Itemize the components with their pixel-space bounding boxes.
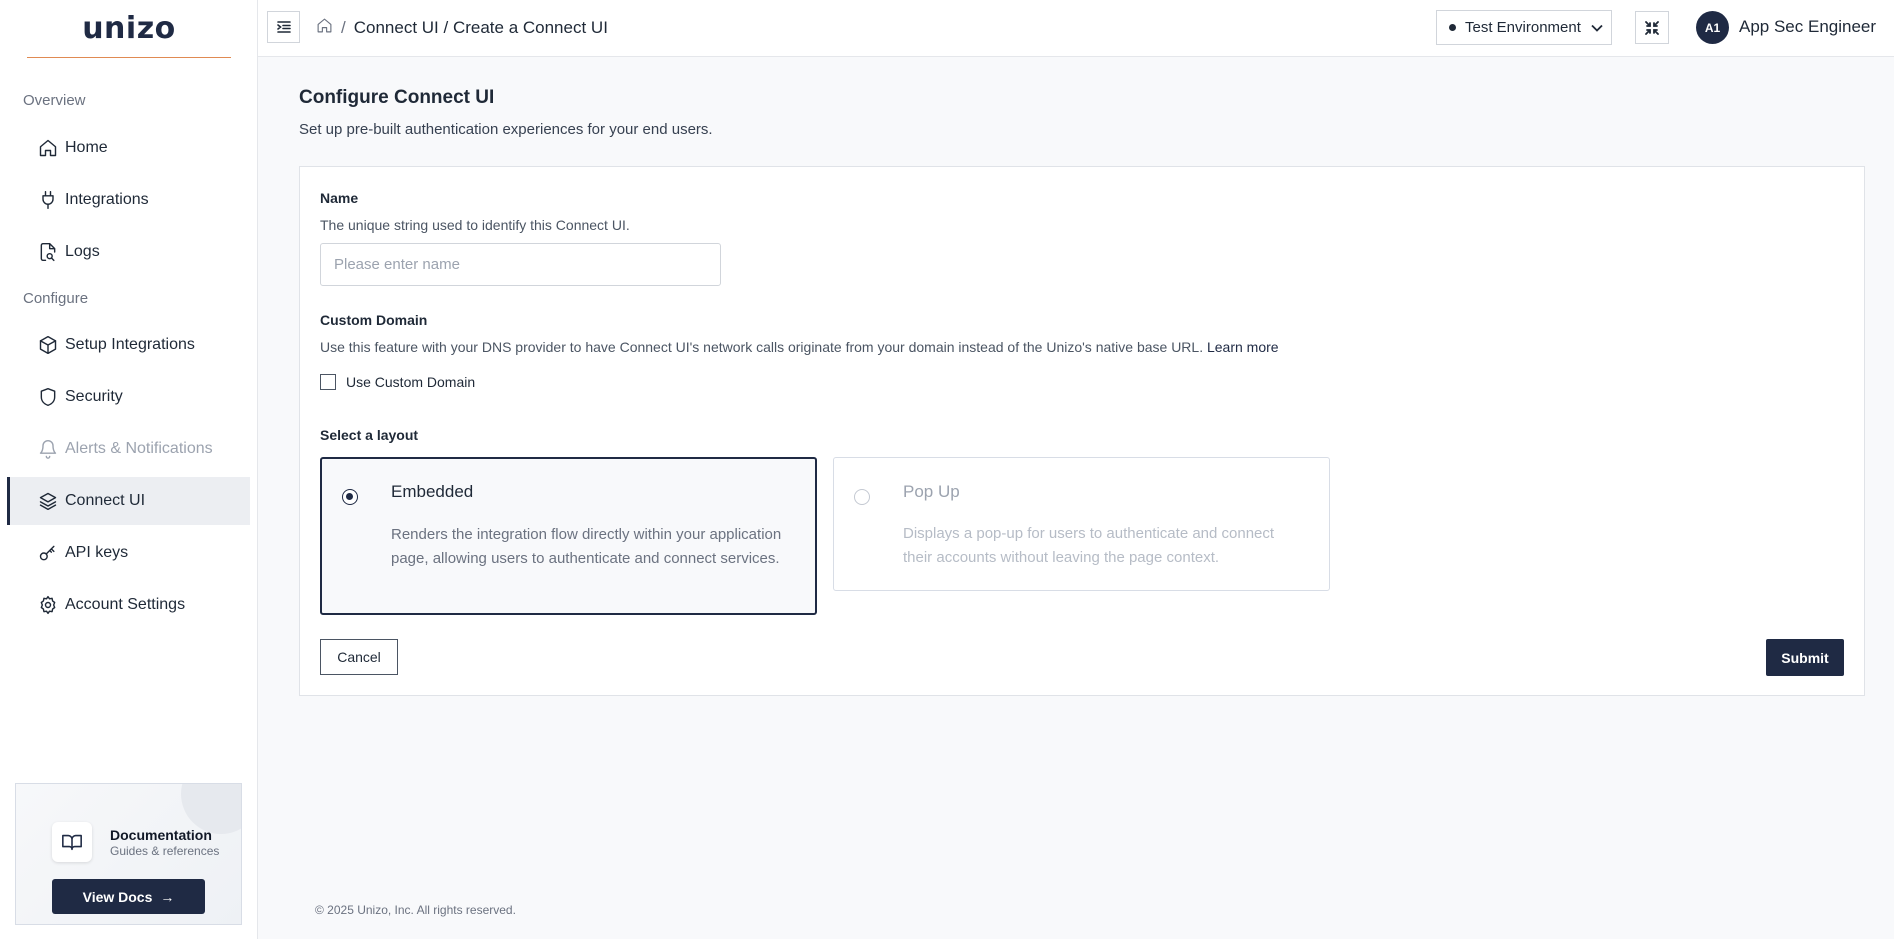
page-title: Configure Connect UI (299, 87, 495, 108)
logo-container: unizo (27, 0, 231, 58)
top-header: / Connect UI / Create a Connect UI Test … (258, 0, 1894, 57)
user-name[interactable]: App Sec Engineer (1739, 17, 1876, 37)
sidebar-item-integrations[interactable]: Integrations (7, 176, 250, 224)
layout-option-embedded[interactable]: Embedded Renders the integration flow di… (320, 457, 817, 615)
docs-title: Documentation (110, 827, 212, 843)
environment-select[interactable]: Test Environment (1436, 10, 1612, 45)
use-custom-domain-label: Use Custom Domain (346, 374, 476, 390)
name-input[interactable] (320, 243, 721, 286)
breadcrumb: / Connect UI / Create a Connect UI (316, 17, 608, 39)
logo[interactable]: unizo (82, 11, 176, 46)
layout-title: Pop Up (903, 482, 960, 501)
sidebar-section-configure: Configure (23, 290, 89, 307)
box-icon (38, 335, 58, 355)
sidebar-item-connect-ui[interactable]: Connect UI (7, 477, 250, 525)
docs-subtitle: Guides & references (110, 844, 220, 858)
layout-description: Displays a pop-up for users to authentic… (903, 525, 1275, 566)
status-dot (1449, 24, 1456, 31)
book-open-icon (52, 822, 92, 862)
custom-domain-help: Use this feature with your DNS provider … (320, 339, 1279, 355)
plug-icon (38, 190, 58, 210)
view-docs-label: View Docs (82, 888, 153, 905)
breadcrumb-separator: / (341, 18, 346, 37)
use-custom-domain-row[interactable]: Use Custom Domain (320, 374, 475, 390)
home-icon (38, 138, 58, 158)
environment-label: Test Environment (1465, 19, 1581, 36)
layers-icon (38, 491, 58, 511)
footer-copyright: © 2025 Unizo, Inc. All rights reserved. (315, 903, 516, 917)
layout-option-popup[interactable]: Pop Up Displays a pop-up for users to au… (833, 457, 1330, 591)
sidebar-item-alerts-notifications: Alerts & Notifications (7, 425, 250, 473)
sidebar-item-label: Security (65, 388, 123, 405)
sidebar-item-home[interactable]: Home (7, 124, 250, 172)
custom-domain-label: Custom Domain (320, 312, 428, 328)
sidebar-section-overview: Overview (23, 92, 86, 109)
collapse-sidebar-button[interactable] (267, 11, 300, 43)
layout-description: Renders the integration flow directly wi… (391, 526, 782, 567)
layout-label: Select a layout (320, 427, 419, 443)
sidebar-item-security[interactable]: Security (7, 373, 250, 421)
sidebar-item-label: Integrations (65, 191, 149, 208)
sidebar-item-label: Alerts & Notifications (65, 440, 213, 457)
sidebar-item-label: Connect UI (65, 492, 146, 509)
sidebar-item-setup-integrations[interactable]: Setup Integrations (7, 321, 250, 369)
fullscreen-button[interactable] (1635, 11, 1669, 44)
embedded-radio[interactable] (342, 489, 358, 505)
popup-radio[interactable] (854, 489, 870, 505)
page-subtitle: Set up pre-built authentication experien… (299, 121, 713, 138)
shrink-icon (1645, 20, 1659, 35)
documentation-card: Documentation Guides & references View D… (15, 783, 242, 925)
submit-button[interactable]: Submit (1766, 639, 1844, 676)
chevron-down-icon (1591, 24, 1603, 32)
sidebar-item-label: Setup Integrations (65, 336, 195, 353)
shield-icon (38, 387, 58, 407)
bell-icon (38, 439, 58, 459)
custom-domain-help-text: Use this feature with your DNS provider … (320, 339, 1204, 355)
view-docs-button[interactable]: View Docs → (52, 879, 205, 914)
file-search-icon (38, 242, 58, 262)
sidebar-item-account-settings[interactable]: Account Settings (7, 581, 250, 629)
home-breadcrumb-icon[interactable] (316, 17, 333, 39)
sidebar: unizo Overview Home Integrations Logs Co… (0, 0, 258, 939)
cancel-button[interactable]: Cancel (320, 639, 398, 675)
key-icon (38, 543, 58, 563)
name-help-text: The unique string used to identify this … (320, 217, 630, 233)
avatar[interactable]: A1 (1696, 11, 1729, 44)
sidebar-item-logs[interactable]: Logs (7, 228, 250, 276)
sidebar-item-label: API keys (65, 544, 129, 561)
sidebar-item-label: Home (65, 139, 108, 156)
sidebar-item-label: Account Settings (65, 596, 186, 613)
arrow-right-icon: → (160, 888, 175, 905)
gear-icon (38, 595, 58, 615)
sidebar-item-label: Logs (65, 243, 100, 260)
name-label: Name (320, 190, 359, 206)
indent-menu-icon (276, 21, 291, 33)
learn-more-link[interactable]: Learn more (1207, 339, 1279, 355)
connect-ui-form: Name The unique string used to identify … (299, 166, 1865, 696)
sidebar-item-api-keys[interactable]: API keys (7, 529, 250, 577)
breadcrumb-path: Connect UI / Create a Connect UI (353, 18, 608, 37)
layout-title: Embedded (391, 482, 474, 501)
use-custom-domain-checkbox[interactable] (320, 374, 336, 390)
